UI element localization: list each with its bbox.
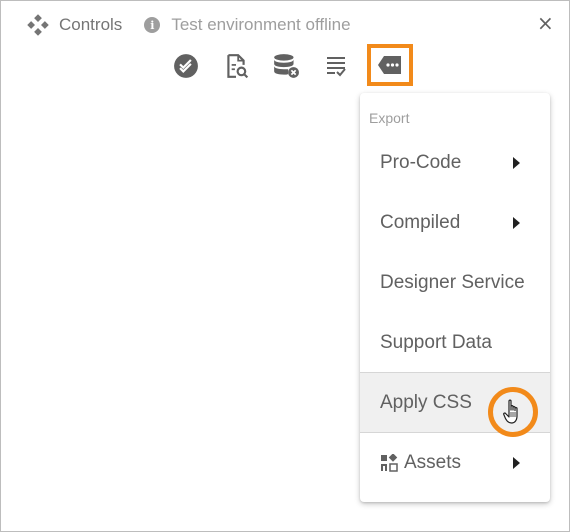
gamepad-controls-icon	[27, 14, 49, 36]
export-menu: Export Pro-Code Compiled Designer Servic…	[360, 93, 550, 502]
environment-status: Test environment offline	[171, 15, 351, 34]
submenu-arrow-icon	[513, 217, 520, 229]
assets-icon	[381, 454, 398, 472]
menu-item-label: Assets	[404, 452, 462, 473]
menu-item-pro-code[interactable]: Pro-Code	[360, 133, 550, 193]
menu-item-support-data[interactable]: Support Data	[360, 313, 550, 373]
panel-title: Controls	[59, 15, 123, 34]
menu-section-header: Export	[369, 110, 410, 126]
list-check-button[interactable]	[321, 51, 351, 81]
pointer-hand-icon	[503, 399, 518, 424]
validate-button[interactable]	[171, 51, 201, 81]
database-remove-icon	[274, 54, 299, 78]
search-document-button[interactable]	[221, 51, 251, 81]
menu-item-label: Designer Service	[380, 272, 525, 293]
search-document-icon	[227, 54, 249, 79]
submenu-arrow-icon	[513, 457, 520, 469]
menu-item-label: Pro-Code	[380, 152, 462, 173]
submenu-arrow-icon	[513, 157, 520, 169]
panel-header: Controls i Test environment offline	[27, 13, 351, 37]
toolbar	[171, 44, 417, 86]
close-button[interactable]: ×	[537, 13, 554, 33]
menu-item-designer-service[interactable]: Designer Service	[360, 253, 550, 313]
more-export-button[interactable]	[367, 44, 413, 86]
validate-icon	[174, 54, 198, 78]
menu-item-label: Support Data	[380, 332, 492, 353]
more-tag-icon	[378, 56, 401, 74]
info-icon: i	[144, 17, 161, 33]
menu-item-assets[interactable]: Assets	[360, 433, 550, 493]
controls-panel: Controls i Test environment offline × Ex…	[0, 0, 570, 532]
list-check-icon	[327, 57, 346, 77]
database-remove-button[interactable]	[271, 51, 301, 81]
menu-item-compiled[interactable]: Compiled	[360, 193, 550, 253]
menu-item-label: Apply CSS	[380, 392, 472, 413]
menu-item-label: Compiled	[380, 212, 461, 233]
